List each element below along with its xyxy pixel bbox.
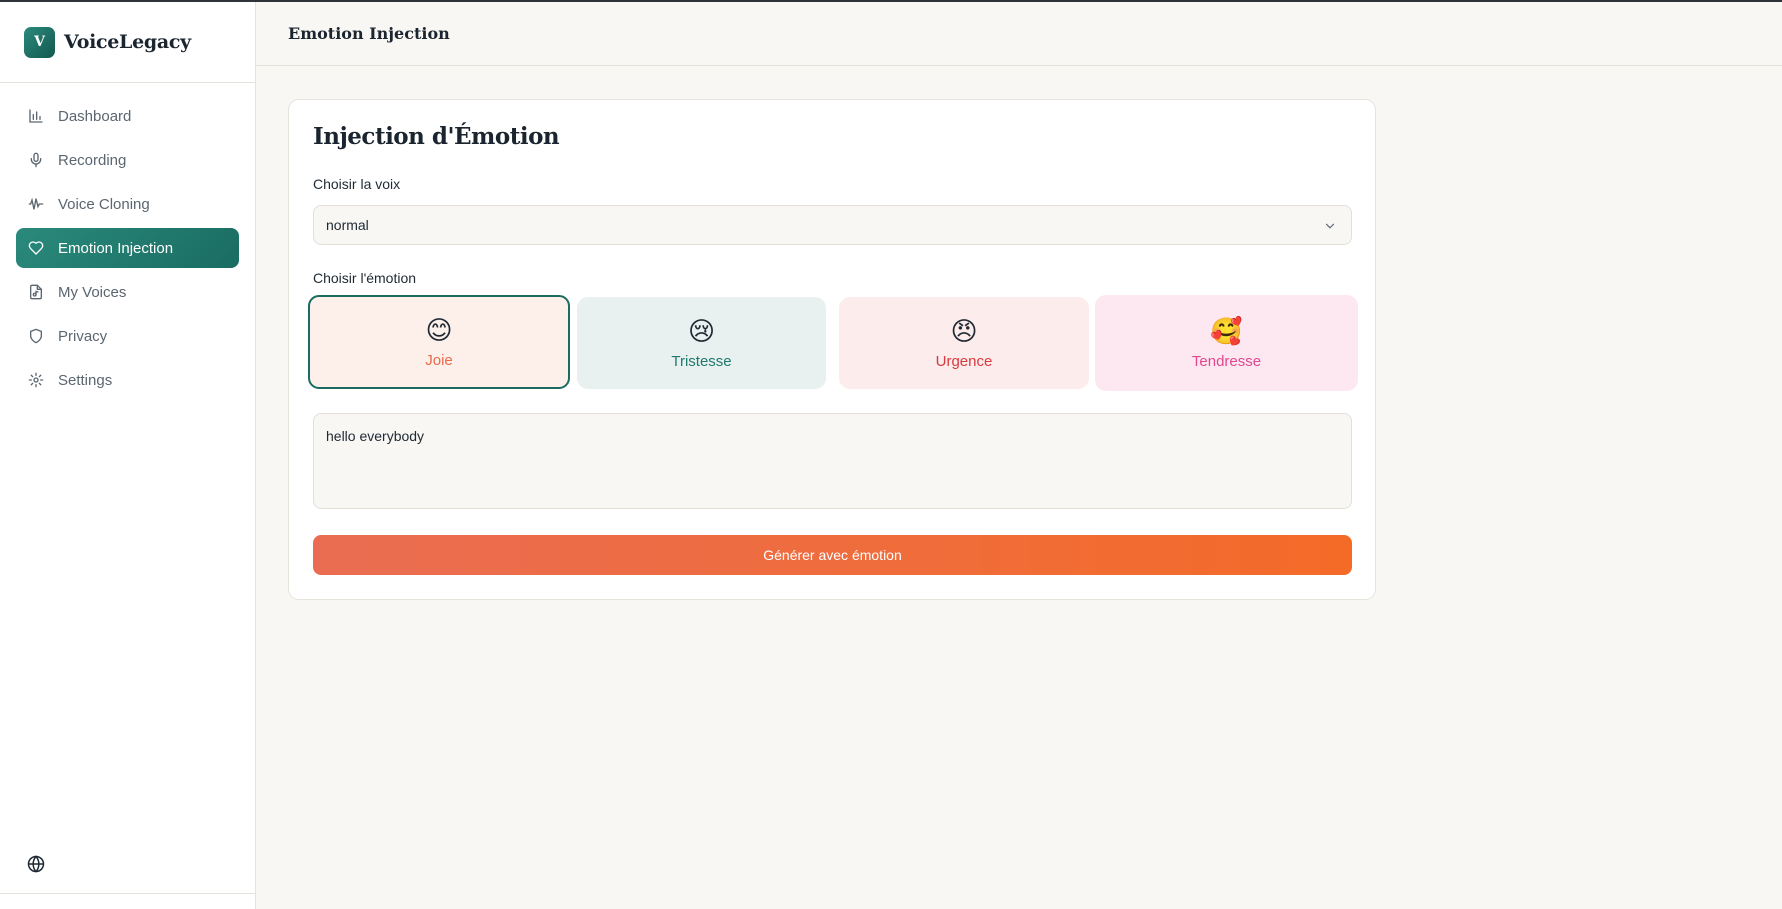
sidebar-item-dashboard[interactable]: Dashboard: [16, 96, 239, 136]
sidebar: V VoiceLegacy Dashboard Recording Voice …: [0, 2, 256, 909]
microphone-icon: [30, 152, 42, 168]
main-content: Emotion Injection Injection d'Émotion Ch…: [256, 2, 1782, 909]
heart-icon: [28, 241, 44, 255]
brand-logo: V: [24, 26, 55, 58]
brand-name: VoiceLegacy: [64, 31, 191, 53]
audio-wave-icon: [28, 197, 44, 210]
file-audio-icon: [30, 284, 42, 300]
emotion-label: Choisir l'émotion: [313, 270, 417, 286]
emotion-option-label: Tendresse: [1191, 352, 1262, 370]
gear-icon: [28, 372, 44, 388]
emotion-card: Injection d'Émotion Choisir la voix norm…: [288, 99, 1376, 600]
emotion-option-label: Joie: [425, 351, 453, 369]
crying-emoji-icon: 😢: [687, 316, 716, 347]
sidebar-item-label: Voice Cloning: [58, 195, 150, 213]
emotion-option-label: Urgence: [935, 352, 993, 370]
sidebar-item-label: Privacy: [58, 327, 108, 345]
hearts-emoji-icon: 🥰: [1210, 316, 1243, 347]
brand[interactable]: V VoiceLegacy: [0, 2, 255, 83]
sidebar-nav: Dashboard Recording Voice Cloning Emotio…: [0, 83, 255, 417]
sidebar-item-privacy[interactable]: Privacy: [16, 316, 239, 356]
sidebar-item-label: Dashboard: [58, 107, 132, 125]
bar-chart-icon: [29, 109, 43, 123]
app-root: V VoiceLegacy Dashboard Recording Voice …: [0, 2, 1782, 909]
generate-button[interactable]: Générer avec émotion: [313, 535, 1352, 575]
card-title: Injection d'Émotion: [313, 123, 560, 150]
voice-select[interactable]: normal: [313, 205, 1352, 245]
voice-select-value: normal: [326, 217, 369, 233]
voice-label: Choisir la voix: [313, 176, 401, 192]
emotion-option-joie[interactable]: 😊 Joie: [308, 295, 570, 389]
globe-icon[interactable]: [27, 855, 45, 873]
emotion-option-urgence[interactable]: 😠 Urgence: [839, 297, 1089, 389]
sidebar-item-label: Settings: [58, 371, 113, 389]
emotion-option-tendresse[interactable]: 🥰 Tendresse: [1095, 295, 1358, 391]
sidebar-item-emotion-injection[interactable]: Emotion Injection: [16, 228, 239, 268]
page-title: Emotion Injection: [288, 24, 450, 43]
shield-icon: [30, 328, 42, 344]
sidebar-footer: [0, 893, 255, 909]
sidebar-item-settings[interactable]: Settings: [16, 360, 239, 400]
sidebar-item-recording[interactable]: Recording: [16, 140, 239, 180]
text-input[interactable]: hello everybody: [313, 413, 1352, 509]
sidebar-item-my-voices[interactable]: My Voices: [16, 272, 239, 312]
sidebar-item-label: Emotion Injection: [58, 239, 174, 257]
sidebar-item-label: My Voices: [58, 283, 127, 301]
emotion-option-label: Tristesse: [671, 352, 732, 370]
smile-emoji-icon: 😊: [425, 315, 453, 346]
sidebar-item-voice-cloning[interactable]: Voice Cloning: [16, 184, 239, 224]
emotion-option-tristesse[interactable]: 😢 Tristesse: [577, 297, 826, 389]
top-bar: Emotion Injection: [256, 2, 1782, 66]
angry-emoji-icon: 😠: [950, 316, 978, 347]
sidebar-item-label: Recording: [58, 151, 127, 169]
chevron-down-icon: [1325, 223, 1335, 229]
